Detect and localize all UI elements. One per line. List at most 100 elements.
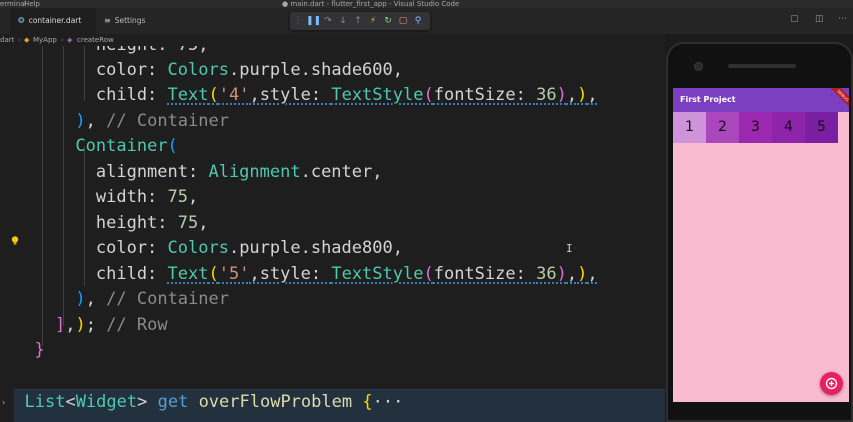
code-token: {	[362, 392, 373, 412]
tab-settings[interactable]: ≡ Settings	[96, 8, 166, 34]
code-token: height: 75,	[14, 46, 209, 55]
step-over-icon[interactable]: ↷	[322, 14, 334, 28]
code-token: ;	[85, 315, 107, 335]
inspect-icon[interactable]: ⚲	[412, 14, 424, 28]
debug-toolbar: ⋮ ❚❚ ↷ ↓ ↑ ⚡ ↻ ▢ ⚲	[290, 12, 430, 30]
code-token: ,style:	[249, 264, 332, 284]
code-token: ,	[392, 60, 404, 80]
chevron-right-icon[interactable]: ›	[2, 398, 5, 407]
code-token: child:	[14, 264, 168, 284]
code-token: )	[556, 85, 567, 105]
chevron-right-icon: ›	[61, 36, 64, 44]
code-token: fontSize:	[433, 264, 537, 284]
code-token: (	[208, 264, 219, 284]
code-token: Text	[167, 85, 209, 105]
step-out-icon[interactable]: ↑	[352, 14, 364, 28]
code-token: (	[423, 85, 434, 105]
method-icon: ◈	[67, 36, 73, 44]
code-token: List	[24, 392, 66, 412]
code-token: Text	[167, 264, 209, 284]
code-line: ), // Container	[14, 287, 229, 312]
add-icon	[825, 377, 838, 390]
number-box-3: 3	[739, 112, 772, 143]
code-token: <	[65, 392, 76, 412]
code-token: Colors	[167, 60, 229, 80]
code-token: ,	[566, 264, 578, 284]
step-into-icon[interactable]: ↓	[337, 14, 349, 28]
breadcrumb-file[interactable]: dart	[0, 34, 14, 46]
dart-icon: ❂	[18, 16, 25, 25]
window-title: ● main.dart - flutter_first_app - Visual…	[282, 0, 460, 8]
pause-icon[interactable]: ❚❚	[306, 14, 321, 28]
code-token: width:	[14, 187, 168, 207]
code-token: TextStyle	[331, 264, 424, 284]
tab-label: Settings	[114, 16, 146, 25]
code-line: color: Colors.purple.shade600,	[14, 58, 403, 83]
menu-help[interactable]: Help	[24, 0, 40, 8]
code-token: overFlowProblem	[198, 392, 353, 412]
code-line: ), // Container	[14, 109, 229, 134]
code-token: color:	[14, 238, 168, 258]
code-token: )	[556, 264, 567, 284]
code-token: (	[208, 85, 219, 105]
number-box-1: 1	[673, 112, 706, 143]
restart-icon[interactable]: ↻	[382, 14, 394, 28]
split-editor-icon[interactable]: ◫	[815, 14, 824, 24]
stop-icon[interactable]: ▢	[397, 14, 409, 28]
number-box-4: 4	[772, 112, 805, 143]
code-token: Alignment	[208, 162, 301, 182]
code-token: 75	[177, 213, 199, 233]
app-bar: First Project DEBUG	[673, 88, 849, 113]
code-token: >	[137, 392, 158, 412]
drag-handle-icon[interactable]: ⋮	[292, 14, 304, 28]
code-token: 36	[536, 264, 557, 284]
lightbulb-icon[interactable]	[11, 236, 19, 245]
chevron-right-icon: ›	[18, 36, 21, 44]
code-token: '5'	[218, 264, 250, 284]
code-token: ]	[54, 315, 66, 335]
app-title: First Project	[680, 95, 736, 104]
code-line: }	[14, 338, 45, 363]
code-line: ],); // Row	[14, 313, 168, 338]
code-token: .center,	[300, 162, 383, 182]
code-line: alignment: Alignment.center,	[14, 160, 383, 185]
code-token: Container	[75, 136, 168, 156]
code-token: TextStyle	[331, 85, 424, 105]
class-icon: ◆	[24, 36, 30, 44]
menu-terminal[interactable]: erminal	[0, 0, 27, 8]
code-token: purple	[239, 60, 301, 80]
code-token: }	[34, 340, 45, 360]
hot-reload-icon[interactable]: ⚡	[367, 14, 379, 28]
code-line: child: Text('5',style: TextStyle(fontSiz…	[14, 262, 598, 287]
code-token: // Container	[106, 111, 229, 131]
code-line: List<Widget> get overFlowProblem {···	[4, 390, 403, 415]
code-token: 75	[167, 187, 189, 207]
code-token: ···	[372, 392, 404, 412]
code-token: (	[167, 136, 178, 156]
code-token: )	[577, 264, 588, 284]
code-token: ,style:	[249, 85, 332, 105]
code-token: color:	[14, 60, 168, 80]
code-token: ,	[65, 315, 76, 335]
tab-label: container.dart	[28, 16, 82, 25]
breadcrumb-class[interactable]: MyApp	[33, 34, 57, 46]
code-token: )	[577, 85, 588, 105]
title-bar: erminal Help ● main.dart - flutter_first…	[0, 0, 853, 8]
code-token: Widget	[75, 392, 138, 412]
fab-button[interactable]	[820, 372, 843, 395]
breadcrumb-method[interactable]: createRow	[77, 34, 114, 46]
layout-icon[interactable]: ▢	[790, 14, 799, 24]
code-editor[interactable]: height: 75, color: Colors.purple.shade60…	[0, 46, 665, 422]
debug-banner: DEBUG	[826, 88, 849, 113]
emulator-screen[interactable]: First Project DEBUG 12345	[673, 88, 849, 402]
code-token: get	[157, 392, 189, 412]
code-token: ,	[85, 111, 107, 131]
tab-container-dart[interactable]: ❂ container.dart	[10, 8, 96, 34]
more-actions-icon[interactable]: ⋯	[838, 14, 847, 24]
